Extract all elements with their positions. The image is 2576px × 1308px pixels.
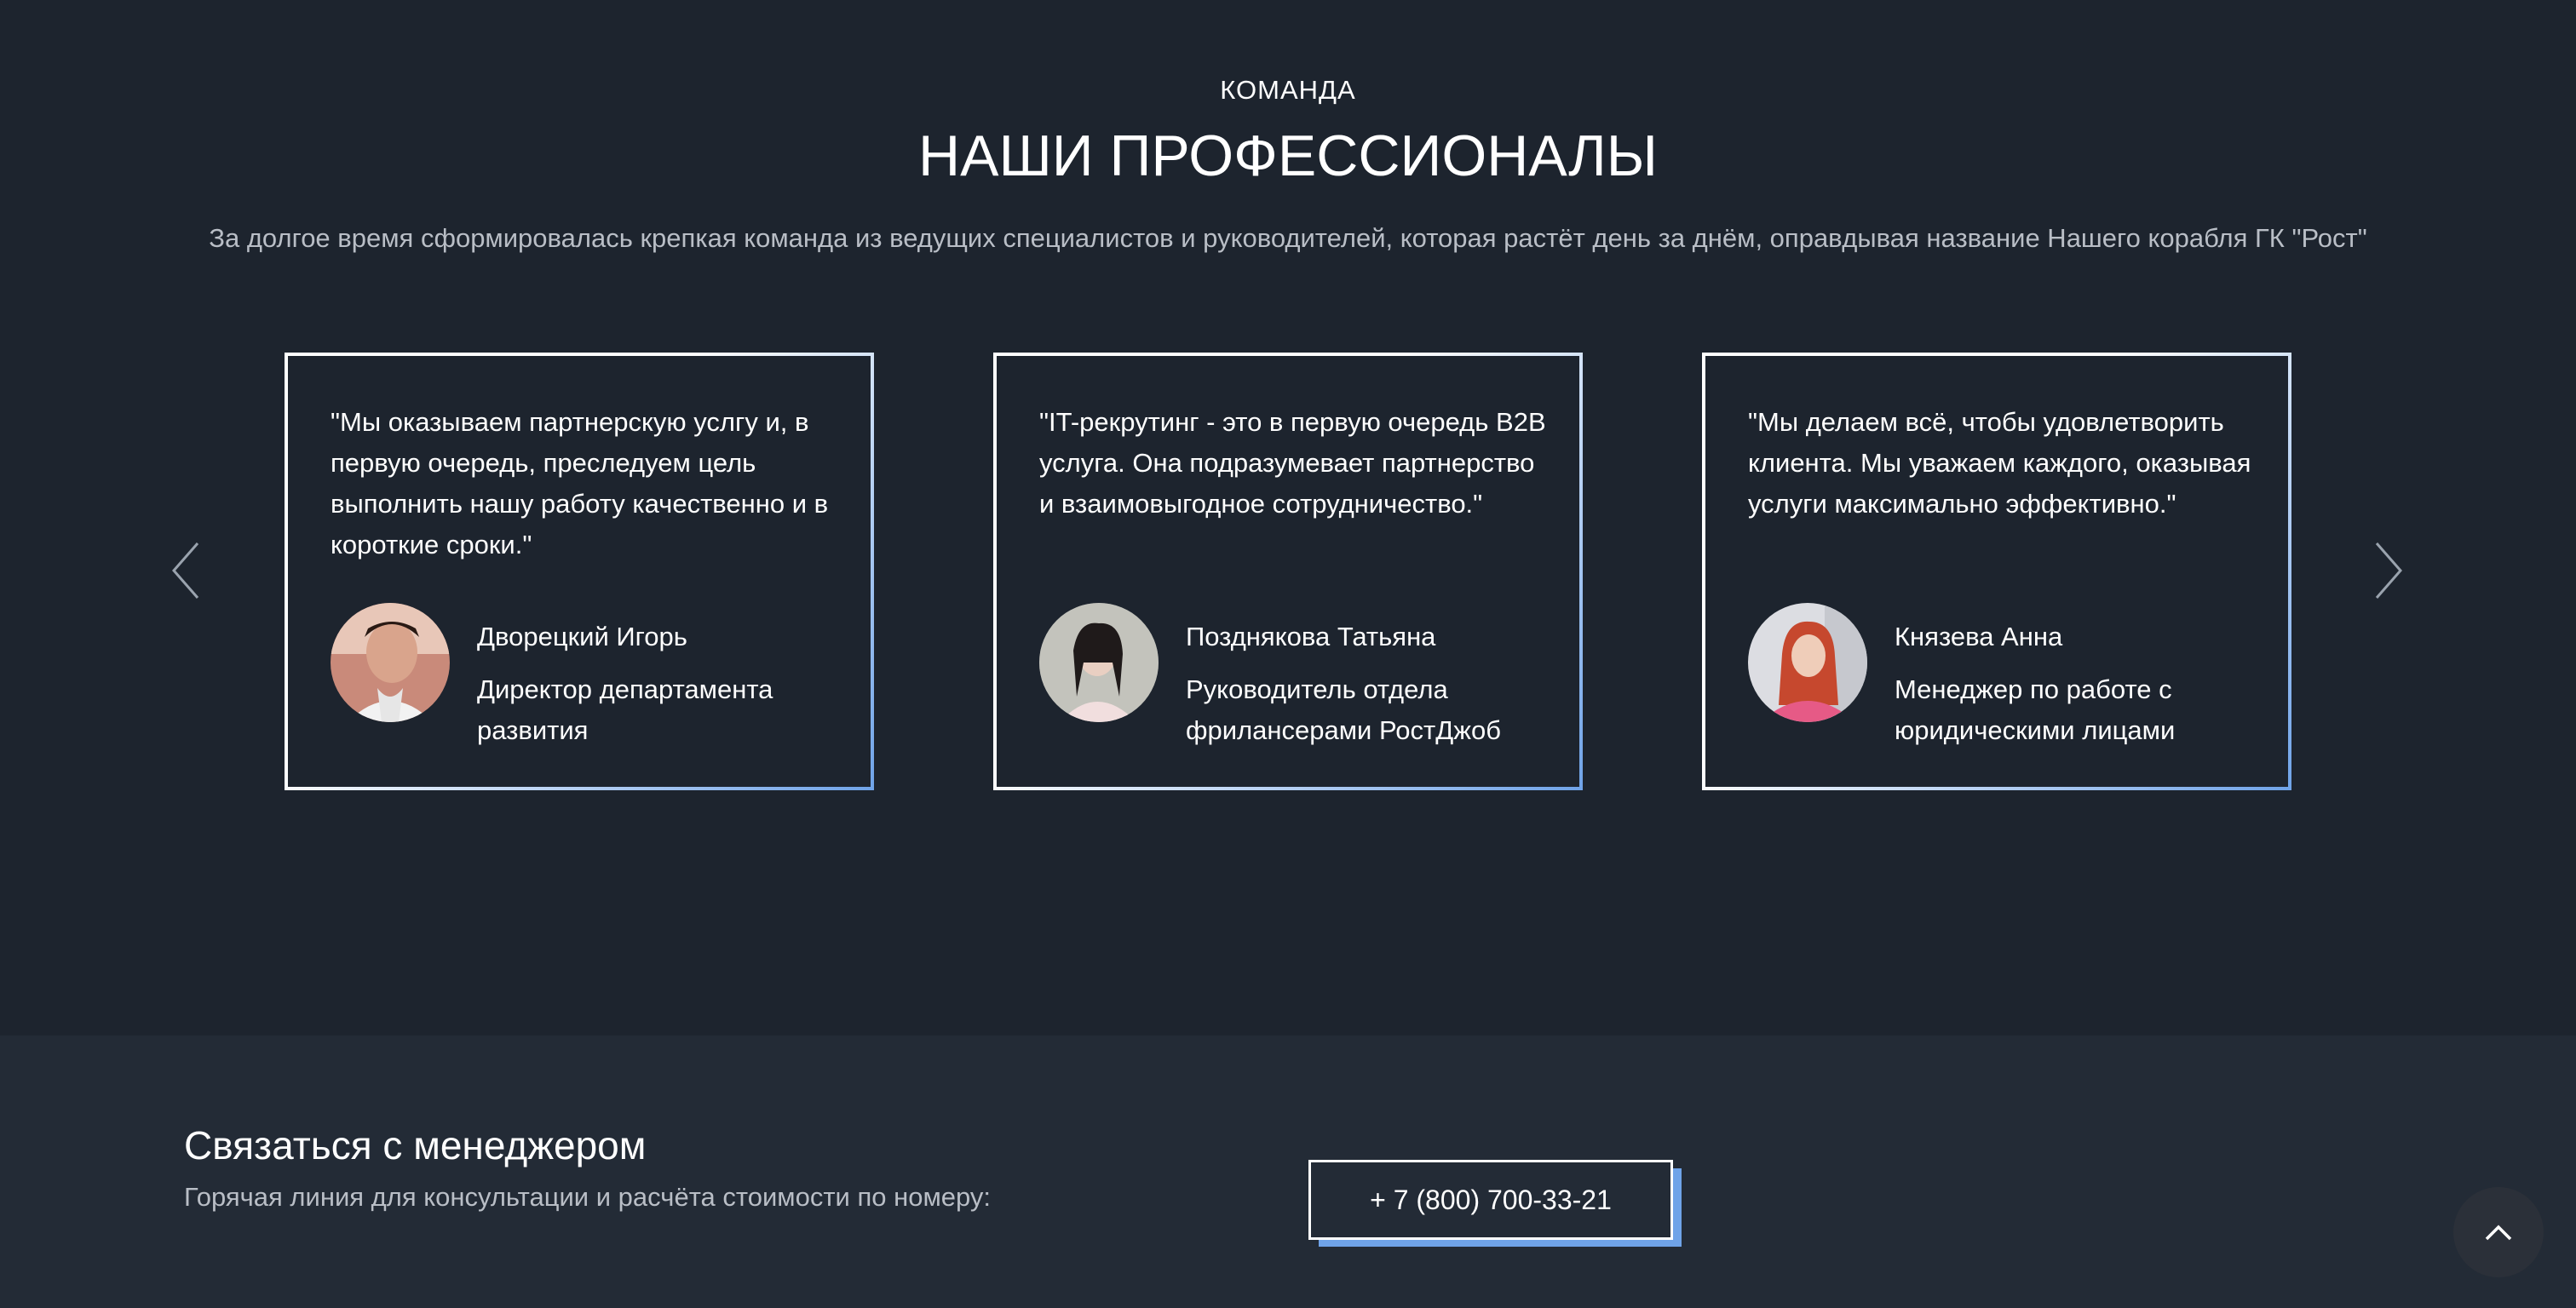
team-section: КОМАНДА НАШИ ПРОФЕССИОНАЛЫ За долгое вре… [0,0,2576,1036]
person-name: Позднякова Татьяна [1186,622,1436,651]
avatar [1039,603,1159,722]
scroll-to-top-button[interactable] [2453,1187,2544,1277]
testimonial-quote: "IT-рекрутинг - это в первую очередь B2B… [1039,407,1546,519]
avatar [331,603,450,722]
testimonial-quote: "Мы делаем всё, чтобы удовлетворить клие… [1748,407,2251,519]
chevron-up-icon [2485,1225,2512,1241]
section-title: НАШИ ПРОФЕССИОНАЛЫ [918,123,1658,188]
testimonial-card: "Мы оказываем партнерскую услгу и, в пер… [285,353,874,790]
section-eyebrow: КОМАНДА [1220,75,1356,105]
phone-button[interactable]: + 7 (800) 700-33-21 [1308,1160,1673,1240]
contact-subtitle: Горячая линия для консультации и расчёта… [184,1182,992,1212]
chevron-left-icon [172,542,199,599]
person-role: Менеджер по работе с юридическими лицами [1895,674,2176,745]
person-photo-icon [1039,603,1159,722]
chevron-right-icon [2375,542,2402,599]
contact-title: Связаться с менеджером [184,1123,647,1167]
person-photo-icon [1748,603,1867,722]
person-role: Директор департамента развития [477,674,773,745]
section-intro: За долгое время сформировалась крепкая к… [209,223,2367,253]
person-name: Князева Анна [1895,622,2063,651]
testimonial-card: "Мы делаем всё, чтобы удовлетворить клие… [1702,353,2291,790]
carousel-next-button[interactable] [2361,536,2412,605]
person-role: Руководитель отдела фрилансерами РостДжо… [1186,674,1501,745]
carousel-prev-button[interactable] [162,536,213,605]
person-name: Дворецкий Игорь [477,622,687,651]
person-photo-icon [331,603,450,722]
contact-section: Связаться с менеджером Горячая линия для… [0,1036,2576,1308]
testimonial-quote: "Мы оказываем партнерскую услгу и, в пер… [331,407,829,559]
avatar [1748,603,1867,722]
testimonial-card: "IT-рекрутинг - это в первую очередь B2B… [993,353,1583,790]
